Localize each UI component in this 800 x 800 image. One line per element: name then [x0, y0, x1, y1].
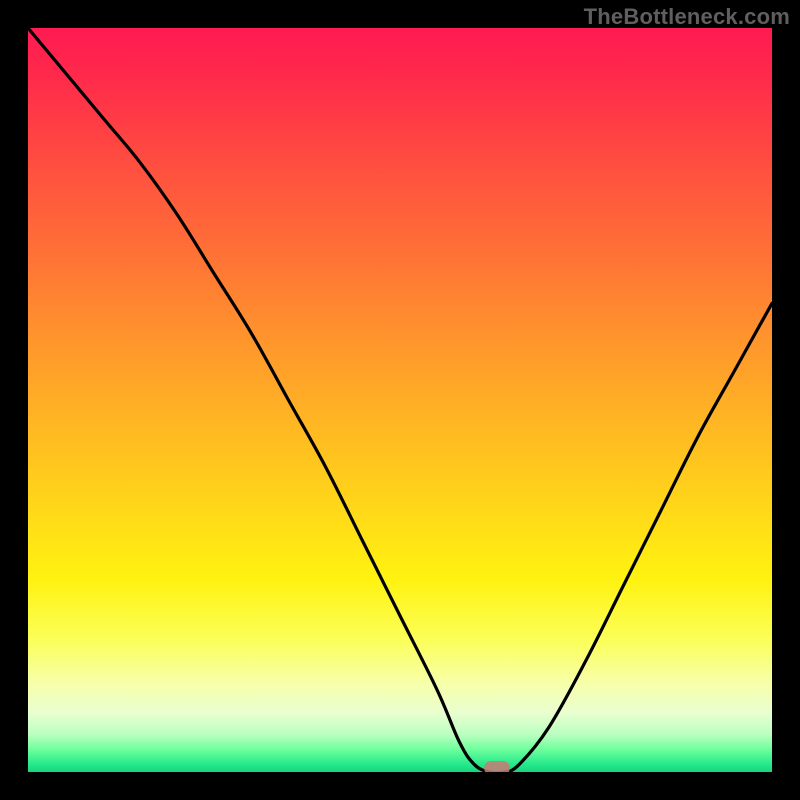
plot-area: [28, 28, 772, 772]
watermark-text: TheBottleneck.com: [584, 4, 790, 30]
min-marker: [484, 761, 510, 772]
chart-frame: TheBottleneck.com: [0, 0, 800, 800]
bottleneck-curve: [28, 28, 772, 772]
curve-path: [28, 28, 772, 772]
